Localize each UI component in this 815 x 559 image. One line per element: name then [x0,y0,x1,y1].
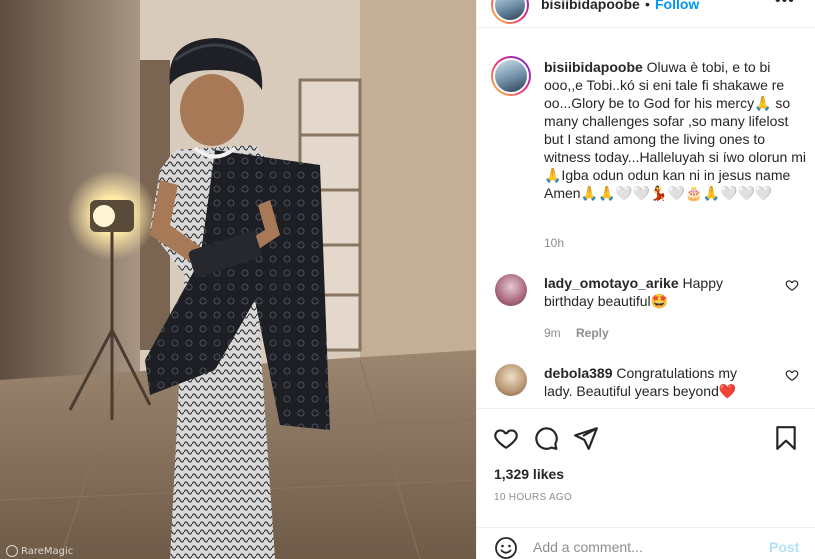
comment-username[interactable]: lady_omotayo_arike [544,275,679,291]
header-separator: • [645,0,650,12]
caption-body: bisiibidapoobe Oluwa è tobi, e to bi ooo… [544,58,806,202]
share-icon[interactable] [573,425,599,451]
post-details-panel: bisiibidapoobe • Follow ••• bisiibidapoo… [476,0,815,559]
watermark-logo-icon [6,545,18,557]
comment-like-heart-icon[interactable] [785,368,799,382]
commenter-avatar[interactable] [495,274,527,306]
add-comment-bar: Post [477,527,815,559]
post-photo[interactable]: RareMagic [0,0,476,559]
reply-button[interactable]: Reply [576,326,609,340]
heart-icon[interactable] [493,425,519,451]
post-header: bisiibidapoobe • Follow ••• [477,0,815,28]
author-avatar-image [493,0,527,22]
comment-input[interactable] [533,534,753,559]
caption-username[interactable]: bisiibidapoobe [544,59,643,75]
post-actions: 1,329 likes 10 HOURS AGO Post [477,408,815,559]
author-avatar[interactable] [491,0,529,24]
post-comment-button[interactable]: Post [769,539,799,555]
likes-count[interactable]: 1,329 likes [494,466,564,482]
comment-icon[interactable] [533,425,559,451]
watermark-text: RareMagic [21,545,74,557]
photo-illustration [0,0,476,559]
comment-body: lady_omotayo_arike Happy birthday beauti… [544,274,769,310]
comment-meta: 9m Reply [544,326,609,340]
author-username[interactable]: bisiibidapoobe [541,0,640,12]
comment-like-heart-icon[interactable] [785,278,799,292]
more-options-icon[interactable]: ••• [775,0,795,10]
caption-avatar[interactable] [491,56,531,96]
post-timestamp[interactable]: 10 HOURS AGO [494,492,572,503]
caption-text: Oluwa è tobi, e to bi ooo,,e Tobi..kó si… [544,59,806,201]
watermark: RareMagic [6,545,73,557]
caption-avatar-image [493,58,529,94]
comment-body: debola389 Congratulations my lady. Beaut… [544,364,769,400]
emoji-icon[interactable] [494,536,518,559]
commenter-avatar[interactable] [495,364,527,396]
comment-username[interactable]: debola389 [544,365,612,381]
bookmark-icon[interactable] [773,425,799,451]
follow-button[interactable]: Follow [655,0,699,12]
caption-timestamp[interactable]: 10h [544,236,564,250]
comment-time[interactable]: 9m [544,326,561,340]
